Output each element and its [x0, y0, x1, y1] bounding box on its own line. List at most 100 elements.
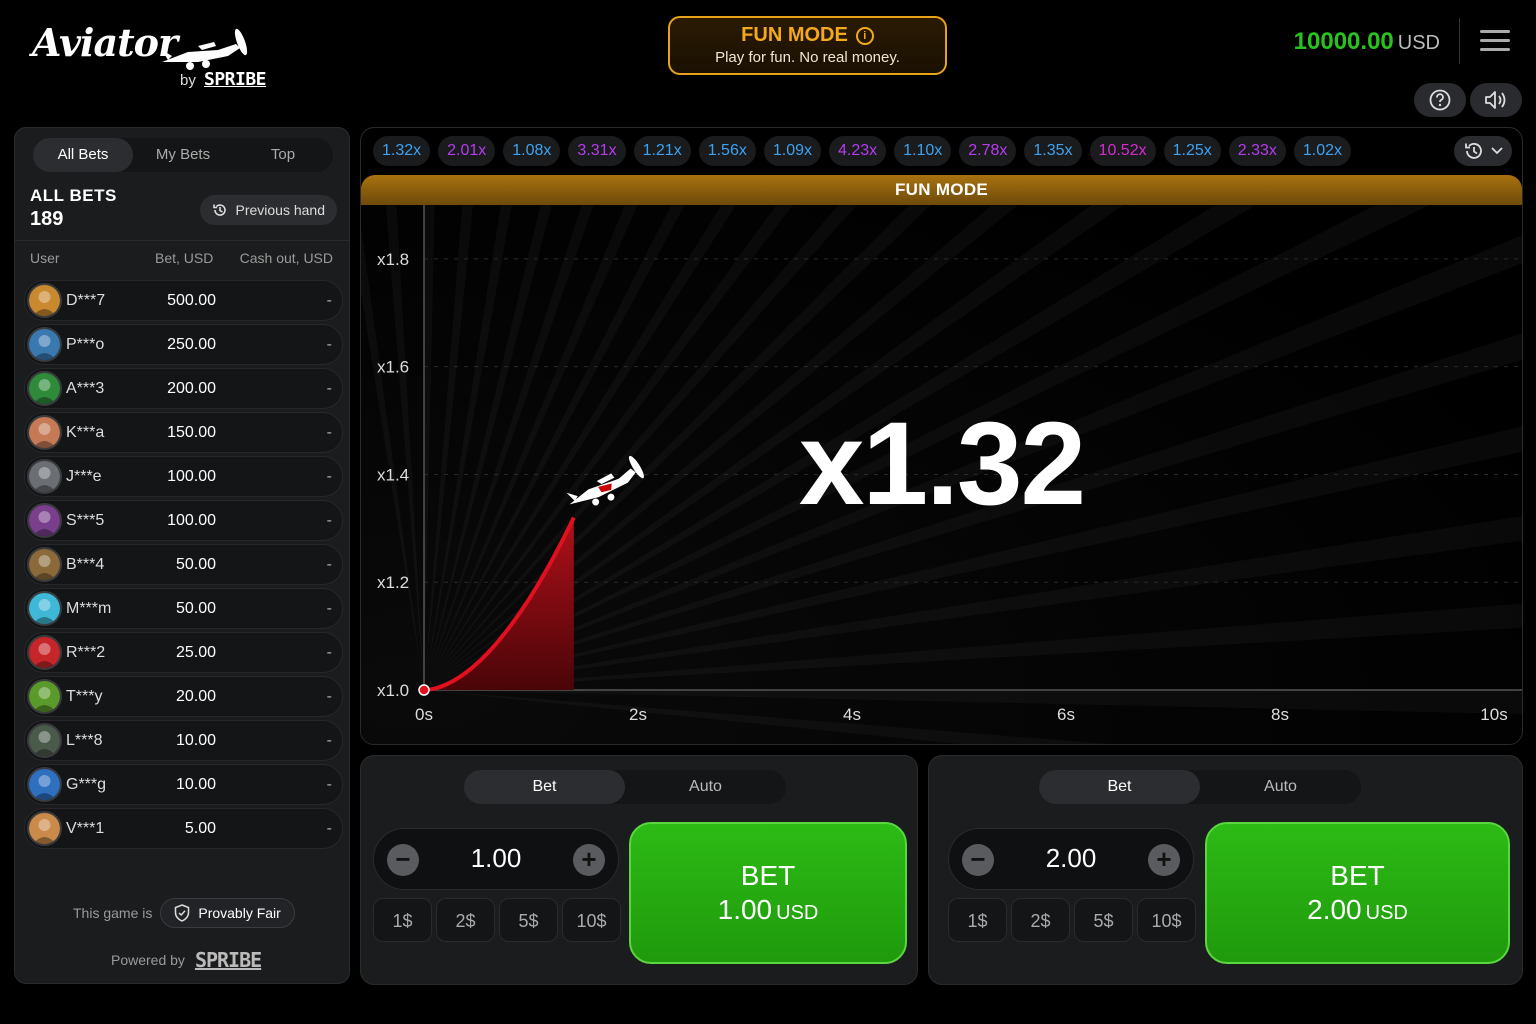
row-cashout: -	[326, 291, 332, 309]
history-multiplier[interactable]: 1.56x	[698, 136, 756, 166]
bet-button-currency: USD	[1365, 902, 1408, 924]
row-user: D***7	[66, 291, 106, 309]
bets-panel: All Bets My Bets Top ALL BETS 189 Previo…	[14, 127, 350, 984]
row-bet: 100.00	[167, 467, 216, 485]
tab-auto[interactable]: Auto	[625, 770, 786, 804]
powered-brand[interactable]: SPRIBE	[195, 948, 262, 972]
row-cashout: -	[326, 819, 332, 837]
plus-button[interactable]: +	[1148, 844, 1180, 876]
table-row: P***o 250.00 -	[24, 324, 343, 365]
x-tick-label: 10s	[1480, 705, 1507, 724]
y-tick-label: x1.6	[377, 358, 409, 377]
history-multiplier[interactable]: 1.35x	[1024, 136, 1082, 166]
row-user: L***8	[66, 731, 103, 749]
avatar	[27, 547, 62, 582]
avatar	[27, 635, 62, 670]
quick-bet-button[interactable]: 5$	[1074, 898, 1133, 942]
previous-hand-button[interactable]: Previous hand	[200, 195, 337, 225]
menu-icon[interactable]	[1480, 30, 1510, 52]
quick-bet-button[interactable]: 5$	[499, 898, 558, 942]
history-multiplier[interactable]: 10.52x	[1089, 136, 1156, 166]
tab-bet[interactable]: Bet	[1039, 770, 1200, 804]
row-user: T***y	[66, 687, 103, 705]
table-row: T***y 20.00 -	[24, 676, 343, 717]
y-tick-label: x1.0	[377, 681, 409, 700]
bet-button-currency: USD	[776, 902, 819, 924]
sound-button[interactable]	[1470, 83, 1522, 117]
row-cashout: -	[326, 335, 332, 353]
avatar	[27, 371, 62, 406]
x-tick-label: 4s	[843, 705, 861, 724]
fair-prefix: This game is	[73, 905, 153, 921]
fun-mode-banner[interactable]: FUN MODE i Play for fun. No real money.	[668, 16, 947, 75]
x-tick-label: 2s	[629, 705, 647, 724]
quick-bet-button[interactable]: 1$	[948, 898, 1007, 942]
place-bet-button[interactable]: BET 1.00 USD	[629, 822, 907, 964]
history-icon	[213, 204, 227, 216]
tab-bet[interactable]: Bet	[464, 770, 625, 804]
history-dropdown-button[interactable]	[1454, 136, 1512, 166]
help-button[interactable]	[1414, 83, 1466, 117]
row-user: G***g	[66, 775, 107, 793]
history-multiplier[interactable]: 1.09x	[763, 136, 821, 166]
tab-top[interactable]: Top	[233, 138, 333, 172]
bet-button-title: BET	[740, 860, 796, 891]
quick-bet-button[interactable]: 1$	[373, 898, 432, 942]
previous-hand-label: Previous hand	[235, 202, 325, 218]
history-multiplier[interactable]: 1.02x	[1293, 136, 1352, 166]
aviator-logo: Aviator by SPRIBE	[32, 18, 267, 98]
history-multiplier[interactable]: 2.33x	[1228, 136, 1286, 166]
multiplier-history: 1.32x 2.01x 1.08x 3.31x 1.21x 1.56x 1.09x 4.23x…	[373, 136, 1352, 166]
avatar	[27, 767, 62, 802]
history-multiplier[interactable]: 4.23x	[828, 136, 887, 166]
bets-tabs: All Bets My Bets Top	[33, 138, 333, 172]
bet-amount-stepper: − 2.00 +	[948, 828, 1194, 890]
balance: 10000.00 USD	[1294, 28, 1440, 56]
tab-auto[interactable]: Auto	[1200, 770, 1361, 804]
history-multiplier[interactable]: 1.08x	[503, 136, 561, 166]
start-point	[418, 684, 430, 696]
quick-bet-button[interactable]: 10$	[562, 898, 621, 942]
header-divider	[1459, 18, 1460, 64]
info-icon[interactable]: i	[855, 26, 874, 45]
history-multiplier[interactable]: 1.32x	[373, 136, 431, 166]
game-area: 1.32x 2.01x 1.08x 3.31x 1.21x 1.56x 1.09x 4.23x…	[360, 127, 1523, 745]
history-multiplier[interactable]: 1.21x	[633, 136, 691, 166]
row-cashout: -	[326, 687, 332, 705]
table-row: L***8 10.00 -	[24, 720, 343, 761]
logo-by: by	[180, 72, 196, 89]
history-multiplier[interactable]: 1.25x	[1163, 136, 1221, 166]
row-cashout: -	[326, 643, 332, 661]
quick-bet-button[interactable]: 10$	[1137, 898, 1196, 942]
row-bet: 250.00	[167, 335, 216, 353]
history-multiplier[interactable]: 2.01x	[438, 136, 496, 166]
place-bet-button[interactable]: BET 2.00 USD	[1205, 822, 1510, 964]
table-row: D***7 500.00 -	[24, 280, 343, 321]
quick-bet-button[interactable]: 2$	[1011, 898, 1070, 942]
table-row: K***a 150.00 -	[24, 412, 343, 453]
history-multiplier[interactable]: 3.31x	[568, 136, 626, 166]
quick-bet-button[interactable]: 2$	[436, 898, 495, 942]
x-tick-label: 6s	[1057, 705, 1075, 724]
provably-fair-button[interactable]: Provably Fair	[160, 898, 295, 928]
chevron-down-icon	[1491, 147, 1503, 155]
powered-prefix: Powered by	[111, 952, 185, 968]
bet-mode-tabs: Bet Auto	[464, 770, 786, 804]
tab-all-bets[interactable]: All Bets	[33, 138, 133, 172]
col-user: User	[30, 250, 60, 266]
row-cashout: -	[326, 511, 332, 529]
fun-mode-band: FUN MODE	[361, 175, 1522, 205]
plus-button[interactable]: +	[573, 844, 605, 876]
row-cashout: -	[326, 599, 332, 617]
table-row: A***3 200.00 -	[24, 368, 343, 409]
current-multiplier: x1.32	[798, 398, 1086, 530]
row-bet: 20.00	[175, 687, 216, 705]
tab-my-bets[interactable]: My Bets	[133, 138, 233, 172]
plane-logo-icon	[162, 28, 248, 70]
avatar	[27, 459, 62, 494]
row-bet: 10.00	[175, 775, 216, 793]
balance-currency: USD	[1397, 32, 1440, 54]
bet-button-title: BET	[1330, 860, 1385, 891]
history-multiplier[interactable]: 2.78x	[959, 136, 1017, 166]
history-multiplier[interactable]: 1.10x	[894, 136, 952, 166]
